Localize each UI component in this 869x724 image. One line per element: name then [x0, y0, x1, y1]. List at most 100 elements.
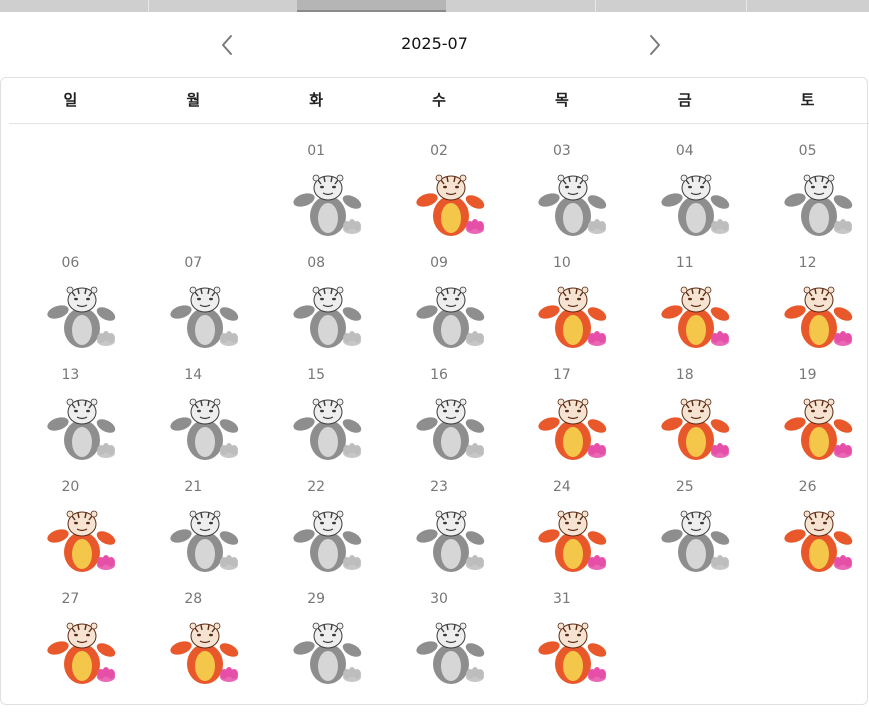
- day-cell[interactable]: 16: [378, 360, 501, 472]
- tiger-stamp-gray-icon: [292, 172, 366, 238]
- day-cell[interactable]: 05: [746, 136, 869, 248]
- day-cell[interactable]: 01: [255, 136, 378, 248]
- day-number: 28: [184, 591, 203, 607]
- tiger-stamp-gray-icon: [169, 396, 243, 462]
- day-cell[interactable]: 22: [255, 472, 378, 584]
- day-cell[interactable]: 31: [500, 584, 623, 696]
- tiger-stamp-gray-icon: [660, 172, 734, 238]
- day-number: 22: [307, 479, 326, 495]
- empty-day-cell: [9, 136, 132, 248]
- tiger-stamp-color-icon: [660, 396, 734, 462]
- tiger-stamp-color-icon: [46, 508, 120, 574]
- tiger-stamp-gray-icon: [415, 508, 489, 574]
- day-cell[interactable]: 06: [9, 248, 132, 360]
- day-cell[interactable]: 27: [9, 584, 132, 696]
- next-month-button[interactable]: [640, 30, 670, 60]
- day-cell[interactable]: 18: [623, 360, 746, 472]
- day-number: 21: [184, 479, 203, 495]
- active-tab-indicator[interactable]: [297, 0, 446, 12]
- tab-divider: [595, 0, 596, 12]
- day-cell[interactable]: 03: [500, 136, 623, 248]
- weekday-header: 일 월 화 수 목 금 토: [9, 78, 869, 124]
- day-cell[interactable]: 17: [500, 360, 623, 472]
- week-row: 01 02 03 04 05: [9, 136, 869, 248]
- tiger-stamp-color-icon: [783, 508, 857, 574]
- empty-day-cell: [623, 584, 746, 696]
- tab-divider: [148, 0, 149, 12]
- day-number: 02: [430, 143, 448, 159]
- tiger-stamp-gray-icon: [537, 172, 611, 238]
- day-number: 11: [675, 255, 694, 271]
- weekday-thu: 목: [554, 91, 569, 109]
- day-number: 24: [552, 479, 571, 495]
- tiger-stamp-color-icon: [537, 508, 611, 574]
- day-number: 01: [307, 143, 326, 159]
- day-cell[interactable]: 23: [378, 472, 501, 584]
- day-number: 30: [430, 591, 448, 607]
- day-number: 26: [798, 479, 817, 495]
- day-cell[interactable]: 29: [255, 584, 378, 696]
- weekday-sat: 토: [800, 91, 815, 109]
- week-row: 06 07 08 09 10 11 12: [9, 248, 869, 360]
- day-number: 13: [61, 367, 80, 383]
- tab-divider: [746, 0, 747, 12]
- day-cell[interactable]: 20: [9, 472, 132, 584]
- day-cell[interactable]: 04: [623, 136, 746, 248]
- day-number: 20: [61, 479, 80, 495]
- day-grid: 01 02 03 04 05 06 07 08 09 10 11 12 13 1…: [9, 136, 869, 696]
- day-cell[interactable]: 19: [746, 360, 869, 472]
- tiger-stamp-gray-icon: [292, 620, 366, 686]
- day-number: 15: [307, 367, 326, 383]
- tiger-stamp-gray-icon: [292, 508, 366, 574]
- day-cell[interactable]: 14: [132, 360, 255, 472]
- tiger-stamp-gray-icon: [169, 508, 243, 574]
- day-cell[interactable]: 12: [746, 248, 869, 360]
- day-cell[interactable]: 24: [500, 472, 623, 584]
- tiger-stamp-color-icon: [783, 396, 857, 462]
- tiger-stamp-color-icon: [46, 620, 120, 686]
- day-cell[interactable]: 07: [132, 248, 255, 360]
- tiger-stamp-gray-icon: [660, 508, 734, 574]
- week-row: 27 28 29 30 31: [9, 584, 869, 696]
- day-number: 05: [798, 143, 817, 159]
- day-number: 18: [675, 367, 694, 383]
- current-month-label: 2025-07: [401, 34, 468, 53]
- tiger-stamp-gray-icon: [46, 284, 120, 350]
- day-number: 29: [307, 591, 326, 607]
- day-cell[interactable]: 26: [746, 472, 869, 584]
- day-number: 31: [552, 591, 571, 607]
- calendar: 일 월 화 수 목 금 토 01 02 03 04 05 06 07 08 09…: [0, 77, 869, 705]
- tiger-stamp-gray-icon: [415, 620, 489, 686]
- day-cell[interactable]: 10: [500, 248, 623, 360]
- weekday-tue: 화: [309, 91, 324, 109]
- day-cell[interactable]: 13: [9, 360, 132, 472]
- day-number: 10: [552, 255, 571, 271]
- day-number: 09: [430, 255, 448, 271]
- day-cell[interactable]: 21: [132, 472, 255, 584]
- day-number: 08: [307, 255, 326, 271]
- day-number: 23: [430, 479, 448, 495]
- tiger-stamp-color-icon: [415, 172, 489, 238]
- day-cell[interactable]: 08: [255, 248, 378, 360]
- day-cell[interactable]: 09: [378, 248, 501, 360]
- day-cell[interactable]: 25: [623, 472, 746, 584]
- tiger-stamp-color-icon: [537, 620, 611, 686]
- day-cell[interactable]: 02: [378, 136, 501, 248]
- tiger-stamp-gray-icon: [415, 396, 489, 462]
- browser-tab-strip: [0, 0, 869, 12]
- day-cell[interactable]: 11: [623, 248, 746, 360]
- weekday-wed: 수: [432, 91, 446, 109]
- weekday-fri: 금: [677, 91, 692, 109]
- chevron-right-icon: [650, 35, 660, 55]
- day-number: 14: [184, 367, 203, 383]
- tiger-stamp-gray-icon: [292, 284, 366, 350]
- empty-day-cell: [132, 136, 255, 248]
- tiger-stamp-color-icon: [783, 284, 857, 350]
- tiger-stamp-color-icon: [537, 396, 611, 462]
- tiger-stamp-color-icon: [169, 620, 243, 686]
- day-cell[interactable]: 15: [255, 360, 378, 472]
- day-cell[interactable]: 30: [378, 584, 501, 696]
- tiger-stamp-gray-icon: [415, 284, 489, 350]
- day-cell[interactable]: 28: [132, 584, 255, 696]
- day-number: 25: [675, 479, 694, 495]
